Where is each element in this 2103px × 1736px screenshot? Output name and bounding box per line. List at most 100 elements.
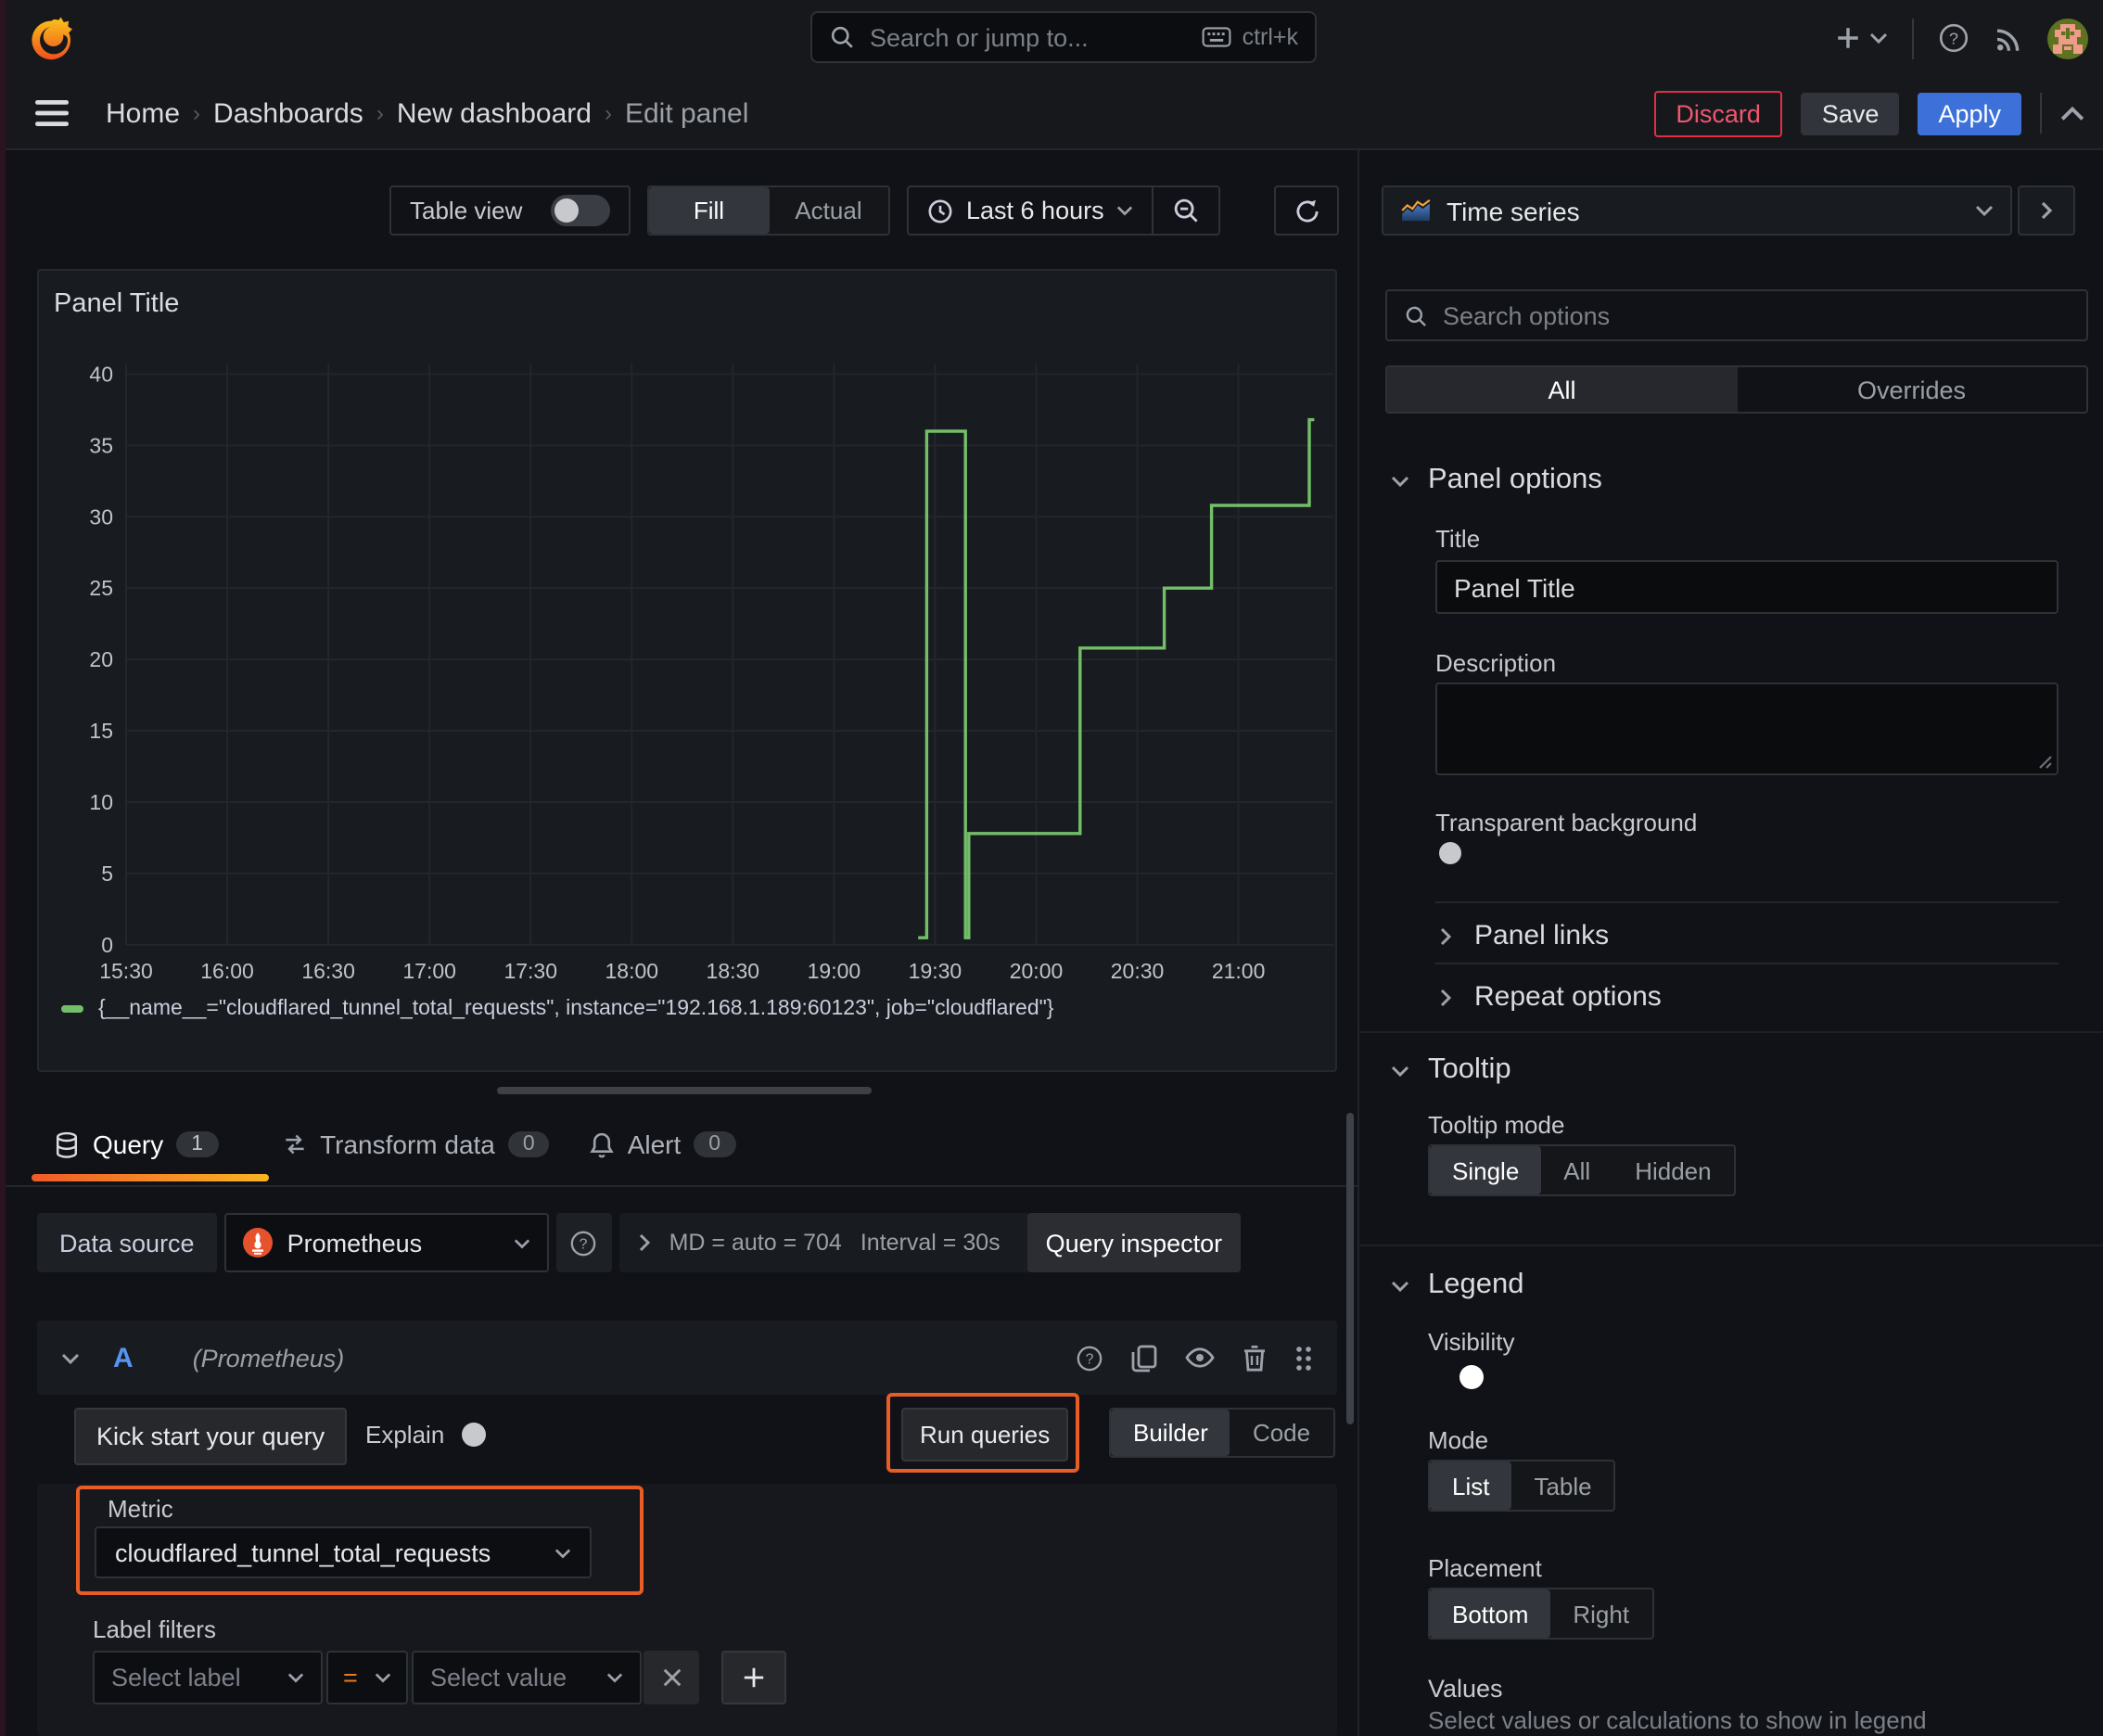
help-icon[interactable]: ?	[1076, 1344, 1103, 1372]
save-button[interactable]: Save	[1801, 92, 1900, 134]
new-menu-button[interactable]	[1834, 24, 1888, 52]
legend-placement-right[interactable]: Right	[1550, 1589, 1651, 1638]
prometheus-icon	[242, 1228, 273, 1257]
datasource-picker[interactable]: Prometheus	[223, 1213, 549, 1272]
tab-query-label: Query	[93, 1130, 164, 1159]
tab-alert-label: Alert	[627, 1130, 682, 1159]
refresh-button[interactable]	[1274, 185, 1339, 236]
eye-icon[interactable]	[1185, 1347, 1215, 1369]
panel-links-section[interactable]: Panel links	[1439, 920, 1609, 951]
fill-option[interactable]: Fill	[649, 187, 769, 234]
search-icon	[1404, 303, 1428, 327]
svg-text:?: ?	[1086, 1351, 1094, 1367]
kick-start-query-button[interactable]: Kick start your query	[74, 1408, 348, 1465]
chevron-down-icon[interactable]	[61, 1351, 80, 1364]
time-series-chart[interactable]: 0 5 10 15 20 25 30 35 40 15:30 16:00 16:30 17:00 17:3…	[39, 271, 1335, 1070]
tooltip-section-header[interactable]: Tooltip	[1391, 1053, 1511, 1087]
discard-button[interactable]: Discard	[1653, 90, 1783, 136]
svg-text:19:30: 19:30	[909, 959, 962, 983]
code-option[interactable]: Code	[1230, 1410, 1332, 1456]
collapse-pane-icon[interactable]	[2060, 105, 2084, 121]
panel-links-title: Panel links	[1474, 920, 1610, 951]
table-view-control: Table view	[389, 185, 631, 236]
svg-text:0: 0	[101, 933, 113, 957]
tab-transform-data[interactable]: Transform data 0	[281, 1130, 550, 1159]
tab-all[interactable]: All	[1387, 367, 1737, 412]
run-queries-button[interactable]: Run queries	[901, 1408, 1069, 1462]
svg-text:18:30: 18:30	[707, 959, 760, 983]
breadcrumb-item-home[interactable]: Home	[106, 97, 180, 129]
user-avatar[interactable]	[2047, 18, 2088, 58]
remove-filter-button[interactable]	[644, 1651, 699, 1704]
description-label: Description	[1435, 649, 1557, 677]
resize-handle[interactable]	[497, 1087, 872, 1094]
query-inspector-button[interactable]: Query inspector	[1026, 1213, 1242, 1272]
metric-select[interactable]: cloudflared_tunnel_total_requests	[95, 1526, 592, 1578]
panel-title-input[interactable]	[1435, 560, 2058, 614]
plus-icon	[1834, 24, 1862, 52]
legend-placement-bottom[interactable]: Bottom	[1430, 1589, 1551, 1638]
drag-grip-icon[interactable]	[1294, 1344, 1313, 1372]
options-search-box[interactable]: Search options	[1385, 289, 2088, 341]
tab-alert[interactable]: Alert 0	[591, 1130, 736, 1159]
scrollbar-thumb[interactable]	[1346, 1113, 1354, 1424]
nav-bar: Home › Dashboards › New dashboard › Edit…	[0, 76, 2103, 150]
query-row-header[interactable]: A (Prometheus) ?	[37, 1321, 1337, 1395]
chevron-down-icon	[1869, 32, 1888, 45]
tab-query[interactable]: Query 1	[32, 1130, 240, 1159]
select-value-dropdown[interactable]: Select value	[412, 1651, 642, 1704]
tooltip-mode-single[interactable]: Single	[1430, 1146, 1542, 1194]
legend-mode-list[interactable]: List	[1430, 1462, 1512, 1510]
svg-text:19:00: 19:00	[808, 959, 861, 983]
time-range-picker[interactable]: Last 6 hours	[909, 187, 1153, 234]
description-textarea[interactable]	[1435, 683, 2058, 775]
svg-text:18:00: 18:00	[605, 959, 658, 983]
metric-value: cloudflared_tunnel_total_requests	[115, 1538, 491, 1566]
tooltip-mode-all[interactable]: All	[1541, 1146, 1612, 1194]
grafana-logo[interactable]	[30, 15, 78, 63]
breadcrumb-item-dashboards[interactable]: Dashboards	[213, 97, 363, 129]
trash-icon[interactable]	[1243, 1344, 1267, 1372]
apply-button[interactable]: Apply	[1918, 92, 2021, 134]
repeat-options-section[interactable]: Repeat options	[1439, 981, 1662, 1013]
panel-options-header[interactable]: Panel options	[1391, 464, 1602, 497]
builder-option[interactable]: Builder	[1111, 1410, 1230, 1456]
help-icon[interactable]: ?	[1938, 22, 1969, 54]
svg-text:10: 10	[89, 790, 113, 814]
table-view-label: Table view	[410, 197, 523, 224]
add-filter-button[interactable]	[721, 1651, 786, 1704]
query-ref-id[interactable]: A	[113, 1342, 134, 1373]
legend-section-header[interactable]: Legend	[1391, 1269, 1523, 1302]
window-edge	[0, 0, 6, 1736]
chart-legend[interactable]: {__name__="cloudflared_tunnel_total_requ…	[61, 998, 1053, 1020]
breadcrumb-separator-icon: ›	[376, 100, 384, 126]
svg-text:16:30: 16:30	[301, 959, 355, 983]
collapse-options-button[interactable]	[2018, 185, 2075, 236]
hamburger-menu-icon[interactable]	[35, 100, 69, 126]
breadcrumb-item-edit-panel: Edit panel	[624, 97, 749, 129]
datasource-help-button[interactable]: ?	[555, 1213, 612, 1272]
tab-overrides[interactable]: Overrides	[1737, 367, 2086, 412]
breadcrumb-separator-icon: ›	[604, 100, 612, 126]
duplicate-icon[interactable]	[1131, 1344, 1157, 1372]
keyboard-icon	[1202, 26, 1231, 48]
table-view-toggle[interactable]	[551, 195, 610, 226]
tooltip-mode-hidden[interactable]: Hidden	[1612, 1146, 1733, 1194]
legend-mode-table[interactable]: Table	[1511, 1462, 1613, 1510]
breadcrumb: Home › Dashboards › New dashboard › Edit…	[106, 76, 748, 150]
query-options-collapsed[interactable]: MD = auto = 704 Interval = 30s	[618, 1213, 1031, 1272]
chevron-down-icon	[1117, 204, 1134, 217]
svg-text:21:00: 21:00	[1212, 959, 1266, 983]
panel-options-title: Panel options	[1428, 464, 1602, 495]
breadcrumb-item-new-dashboard[interactable]: New dashboard	[397, 97, 592, 129]
global-search-box[interactable]: Search or jump to... ctrl+k	[810, 11, 1317, 63]
news-rss-icon[interactable]	[1994, 23, 2023, 53]
transform-icon	[281, 1131, 307, 1157]
actual-option[interactable]: Actual	[769, 187, 888, 234]
select-label-dropdown[interactable]: Select label	[93, 1651, 323, 1704]
operator-dropdown[interactable]: =	[326, 1651, 408, 1704]
zoom-out-button[interactable]	[1154, 187, 1219, 234]
svg-text:20:30: 20:30	[1111, 959, 1165, 983]
visualization-picker[interactable]: Time series	[1382, 185, 2012, 236]
interval-stat: Interval = 30s	[860, 1230, 1001, 1256]
